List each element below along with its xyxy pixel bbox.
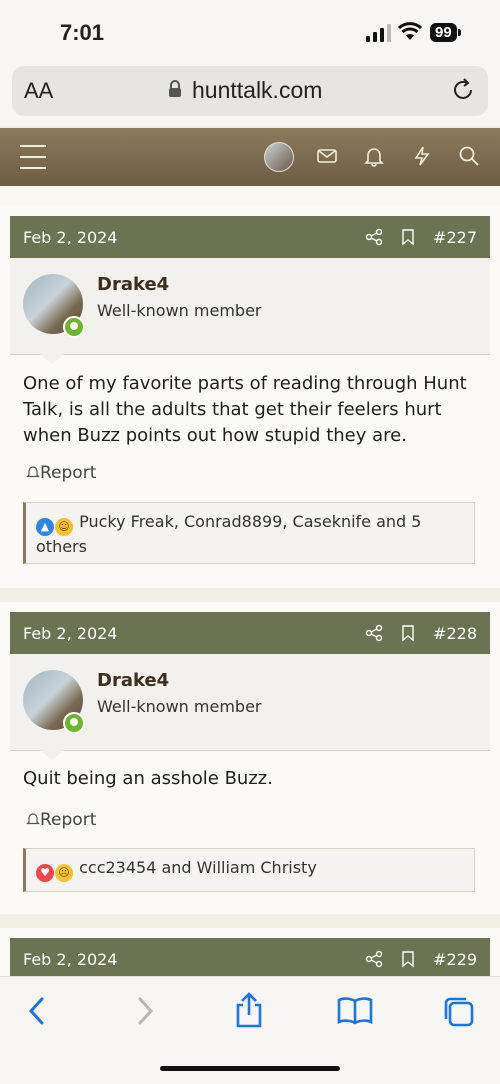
browser-address-area: AA hunttalk.com [0, 64, 500, 126]
user-title: Well-known member [97, 697, 262, 716]
user-avatar-icon[interactable] [264, 142, 294, 172]
bell-icon[interactable] [363, 145, 385, 167]
post-message: One of my favorite parts of reading thro… [23, 373, 467, 446]
nav-divider [0, 186, 500, 206]
cellular-signal-icon [366, 24, 391, 42]
share-icon[interactable] [365, 228, 383, 246]
user-box-pointer [40, 354, 64, 364]
post-header: Feb 2, 2024 #229 [10, 938, 490, 976]
user-title: Well-known member [97, 301, 262, 320]
bookmark-icon[interactable] [400, 624, 416, 642]
post-date[interactable]: Feb 2, 2024 [23, 624, 117, 643]
bell-icon [26, 813, 40, 825]
reactions-text[interactable]: Pucky Freak, Conrad8899, Caseknife and 5… [36, 512, 421, 556]
user-info-box: Drake4 Well-known member [10, 258, 490, 355]
reactions-bar[interactable]: ♥ ☹ ccc23454 and William Christy [23, 848, 475, 892]
address-bar[interactable]: AA hunttalk.com [12, 66, 488, 116]
bookmark-icon[interactable] [400, 950, 416, 968]
post-number[interactable]: #228 [433, 624, 477, 643]
forward-icon[interactable] [134, 995, 156, 1027]
reactions-bar[interactable]: ▲ ☺ Pucky Freak, Conrad8899, Caseknife an… [23, 502, 475, 564]
like-reaction-icon: ▲ [36, 518, 54, 536]
user-info-box: Drake4 Well-known member [10, 654, 490, 751]
clock: 7:01 [60, 20, 105, 45]
reactions-text[interactable]: ccc23454 and William Christy [79, 858, 317, 877]
bookmarks-book-icon[interactable] [336, 995, 374, 1027]
back-icon[interactable] [26, 995, 48, 1027]
post-date[interactable]: Feb 2, 2024 [23, 228, 117, 247]
tabs-icon[interactable] [442, 995, 476, 1029]
share-icon[interactable] [232, 991, 266, 1029]
post-228: Feb 2, 2024 #228 Drake4 Well-known membe… [0, 602, 500, 914]
post-number[interactable]: #227 [433, 228, 477, 247]
share-icon[interactable] [365, 950, 383, 968]
site-navigation-bar [0, 128, 500, 186]
report-link[interactable]: Report [26, 810, 96, 830]
post-229: Feb 2, 2024 #229 [0, 928, 500, 976]
mail-icon[interactable] [316, 145, 338, 167]
search-icon[interactable] [458, 145, 480, 167]
wifi-icon [398, 22, 422, 40]
post-number[interactable]: #229 [433, 950, 477, 969]
laugh-reaction-icon: ☺ [55, 518, 73, 536]
username[interactable]: Drake4 [97, 274, 169, 295]
post-header: Feb 2, 2024 #227 [10, 216, 490, 258]
lightning-bolt-icon[interactable] [411, 145, 433, 167]
lock-icon [169, 80, 181, 97]
bell-icon [26, 466, 40, 478]
post-227: Feb 2, 2024 #227 Drake4 Well-known membe… [0, 206, 500, 588]
online-status-icon [63, 712, 85, 734]
reload-icon[interactable] [450, 77, 476, 103]
report-label[interactable]: Report [40, 810, 96, 830]
post-header: Feb 2, 2024 #228 [10, 612, 490, 654]
share-icon[interactable] [365, 624, 383, 642]
home-indicator [160, 1066, 340, 1071]
battery-indicator: 99 [430, 23, 461, 42]
text-size-button[interactable]: AA [24, 78, 53, 104]
love-reaction-icon: ♥ [36, 864, 54, 882]
user-box-pointer [40, 750, 64, 760]
online-status-icon [63, 316, 85, 338]
post-date[interactable]: Feb 2, 2024 [23, 950, 117, 969]
sad-reaction-icon: ☹ [55, 864, 73, 882]
report-link[interactable]: Report [26, 463, 96, 483]
report-label[interactable]: Report [40, 463, 96, 483]
status-bar: 7:01 99 [0, 0, 500, 64]
bookmark-icon[interactable] [400, 228, 416, 246]
username[interactable]: Drake4 [97, 670, 169, 691]
url-text[interactable]: hunttalk.com [192, 77, 322, 104]
hamburger-menu-icon[interactable] [20, 145, 46, 169]
post-message: Quit being an asshole Buzz. [23, 768, 273, 789]
